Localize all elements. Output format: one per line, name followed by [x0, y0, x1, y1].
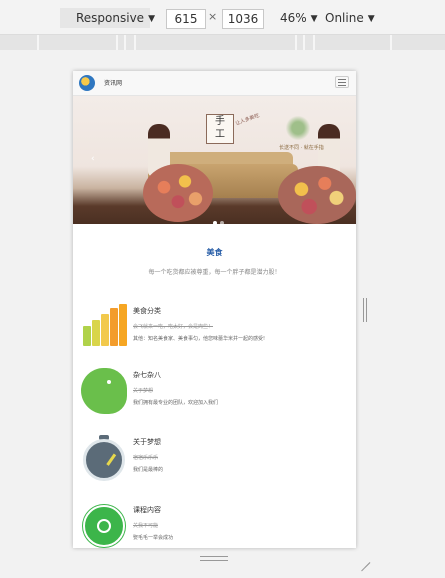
phone-glyph: [97, 519, 111, 533]
device-viewport: 资讯网 手 工 让人多美吃 长送不同 · 就在手指 ‹ 美食 每一个吃货都应被尊…: [73, 71, 356, 548]
clock-hand: [106, 453, 117, 466]
zoom-select[interactable]: 46% ▼: [280, 8, 318, 28]
whatsapp-icon: [81, 503, 127, 548]
section-subtitle: 每一个吃货都应被尊重，每一个胖子都是潜力股！: [148, 269, 281, 276]
hero-carousel[interactable]: 手 工 让人多美吃 长送不同 · 就在手指 ‹: [73, 96, 356, 224]
feature-description: 我们是最棒的: [133, 467, 164, 473]
banner-title-char: 手: [215, 116, 225, 127]
feature-item[interactable]: 关于梦想 宿宿乐乐乐 我们是最棒的: [81, 435, 351, 495]
devtools-toolbar: Responsive ▼ 615 × 1036 46% ▼ Online ▼: [0, 0, 445, 35]
carousel-indicators: [213, 210, 227, 224]
site-navbar: 资讯网: [73, 71, 356, 96]
clock-face: [83, 439, 125, 481]
network-label: Online: [325, 11, 364, 25]
feature-title: 关于梦想: [133, 438, 161, 446]
whatsapp-bubble: [83, 505, 125, 547]
banner-flowers-right: [278, 166, 356, 224]
feature-strike-text: 会飞就来一吃，吃太好，会是肉些！: [133, 324, 214, 330]
site-logo[interactable]: [79, 75, 95, 91]
width-input[interactable]: 615: [166, 9, 206, 29]
feature-strike-text: 宿宿乐乐乐: [133, 455, 159, 461]
menu-toggle-button[interactable]: [335, 76, 349, 88]
bar-chart-icon: [81, 304, 127, 350]
height-input[interactable]: 1036: [222, 9, 264, 29]
clock-icon: [81, 435, 127, 481]
device-mode-label: Responsive: [76, 11, 145, 25]
carousel-dot[interactable]: [213, 221, 217, 224]
banner-plant: [283, 114, 313, 142]
feature-item[interactable]: 杂七杂八 关于梦想 我们拥有最专业的团队，欢迎加入我们: [81, 368, 351, 428]
banner-title: 手 工: [206, 114, 234, 144]
bottom-resize-handle[interactable]: [200, 556, 228, 562]
chevron-down-icon: ▼: [148, 14, 155, 24]
feature-description: 其他：知名美食家、美食事匀，他您味蕾华米并一起的感受!: [133, 336, 266, 342]
hamburger-line: [338, 79, 346, 80]
carousel-dot[interactable]: [220, 221, 224, 224]
corner-resize-handle[interactable]: [358, 552, 371, 572]
feature-item[interactable]: 课程内容 关我不可能 娶毛毛一举会成功: [81, 503, 351, 548]
banner-subtitle: 让人多美吃: [234, 112, 261, 127]
banner-title-char: 工: [215, 129, 225, 140]
elephant-eye: [107, 380, 111, 384]
banner-flowers-left: [143, 164, 213, 222]
zoom-label: 46%: [280, 11, 307, 25]
carousel-prev-icon[interactable]: ‹: [91, 154, 95, 164]
network-throttle-select[interactable]: Online ▼: [325, 8, 375, 28]
feature-description: 我们拥有最专业的团队，欢迎加入我们: [133, 400, 219, 406]
chevron-down-icon: ▼: [310, 14, 318, 24]
feature-title: 美食分类: [133, 307, 161, 315]
site-brand[interactable]: 资讯网: [104, 78, 122, 87]
feature-strike-text: 关于梦想: [133, 388, 154, 394]
section-title: 美食: [206, 248, 223, 257]
elephant-icon: [81, 368, 127, 414]
feature-item[interactable]: 美食分类 会飞就来一吃，吃太好，会是肉些！ 其他：知名美食家、美食事匀，他您味蕾…: [81, 304, 351, 364]
device-mode-select[interactable]: Responsive ▼: [60, 8, 155, 28]
feature-strike-text: 关我不可能: [133, 523, 159, 529]
feature-title: 杂七杂八: [133, 371, 161, 379]
right-resize-handle[interactable]: [363, 298, 368, 322]
banner-slogan: 长送不同 · 就在手指: [279, 145, 324, 151]
hamburger-line: [338, 85, 346, 86]
chevron-down-icon: ▼: [367, 14, 375, 24]
dimension-separator: ×: [208, 10, 218, 23]
feature-title: 课程内容: [133, 506, 161, 514]
media-query-ruler[interactable]: [0, 35, 445, 50]
hamburger-line: [338, 82, 346, 83]
feature-description: 娶毛毛一举会成功: [133, 535, 174, 541]
